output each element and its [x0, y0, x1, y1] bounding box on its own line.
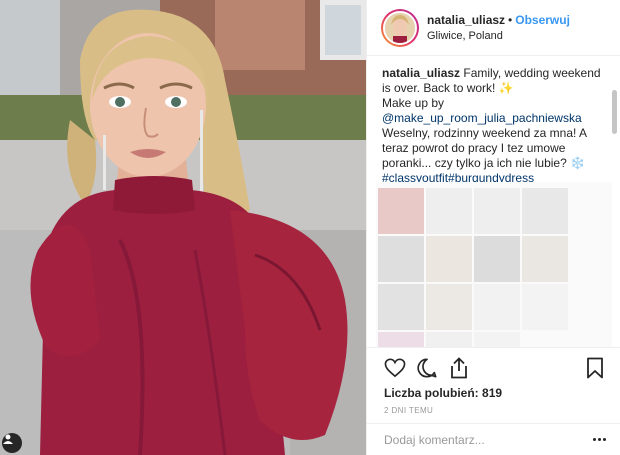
action-bar — [366, 348, 620, 388]
blurred-comments — [376, 182, 612, 347]
post-username[interactable]: natalia_uliasz — [427, 13, 505, 27]
more-options-icon[interactable] — [593, 438, 606, 441]
user-tag-icon[interactable] — [2, 433, 22, 453]
caption-text-2: Make up by — [382, 96, 445, 110]
follow-button[interactable]: Obserwuj — [515, 13, 570, 27]
likes-number: 819 — [482, 386, 503, 400]
heart-icon[interactable] — [380, 353, 410, 383]
likes-label: Liczba polubień: — [384, 386, 479, 400]
post-header: natalia_uliasz • Obserwuj Gliwice, Poland — [367, 0, 620, 56]
post-photo[interactable] — [0, 0, 366, 455]
caption-text-3: Weselny, rodzinny weekend za mna! A tera… — [382, 126, 587, 170]
photo-illustration — [0, 0, 366, 455]
avatar[interactable] — [381, 8, 419, 47]
caption-mention[interactable]: @make_up_room_julia_pachniewska — [382, 111, 582, 125]
post-caption: natalia_uliasz Family, wedding weekend i… — [382, 66, 608, 186]
comment-input[interactable] — [384, 432, 574, 447]
post-location[interactable]: Gliwice, Poland — [427, 28, 570, 44]
share-icon[interactable] — [444, 353, 474, 383]
bookmark-icon[interactable] — [580, 353, 610, 383]
separator-dot: • — [508, 12, 513, 27]
post-timestamp[interactable]: 2 DNI TEMU — [366, 406, 620, 415]
caption-username[interactable]: natalia_uliasz — [382, 66, 460, 80]
avatar-image — [383, 10, 417, 45]
likes-count[interactable]: Liczba polubień: 819 — [366, 386, 620, 400]
comment-box — [366, 423, 620, 455]
post-actions-area: Liczba polubień: 819 2 DNI TEMU — [366, 347, 620, 415]
scrollbar[interactable] — [612, 90, 617, 134]
comment-icon[interactable] — [412, 353, 442, 383]
